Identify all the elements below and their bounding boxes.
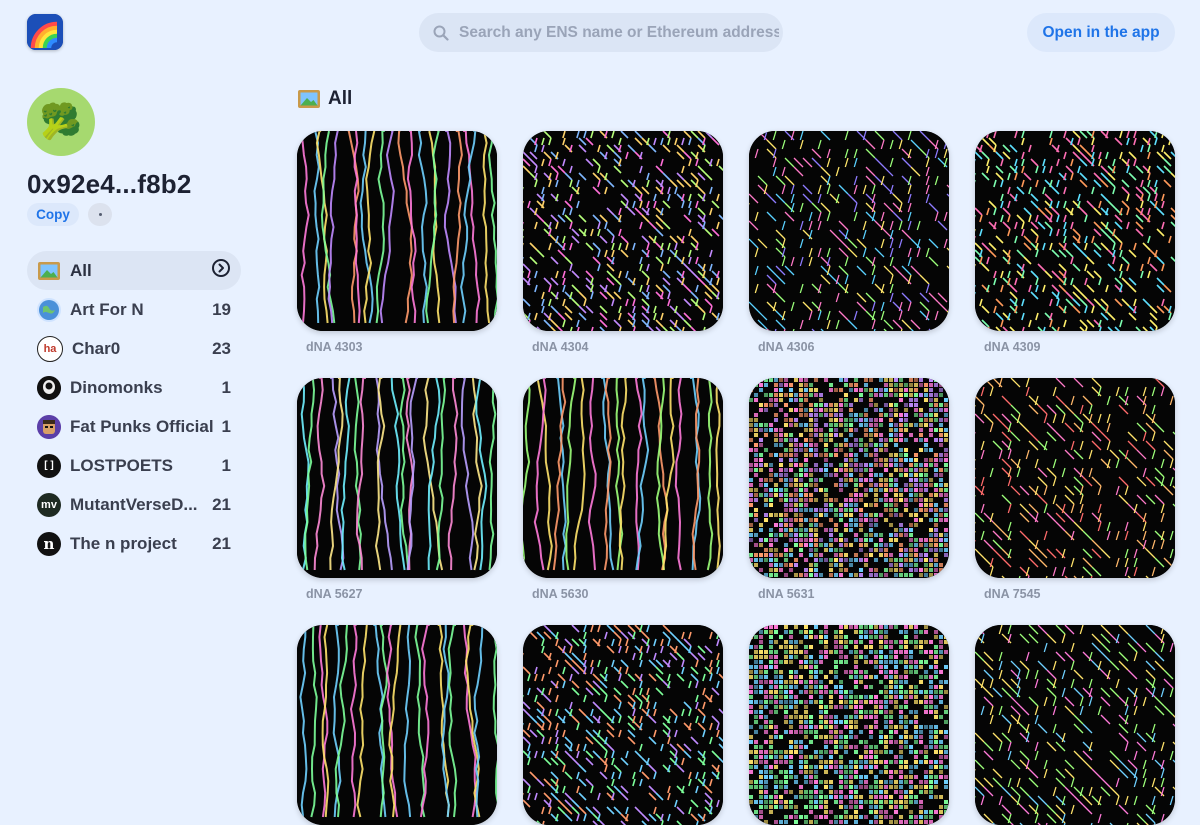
generative-art-image [297,625,497,825]
generative-art-image [523,131,723,331]
rainbow-app-logo[interactable] [27,14,63,50]
generative-art-image [749,625,949,825]
generative-art-image [975,131,1175,331]
nft-card[interactable]: dNA 5631 [749,378,949,601]
dinomonks-icon [37,375,61,400]
nft-card[interactable]: dNA 5630 [523,378,723,601]
section-title-text: All [328,88,353,109]
sidebar-item-char0[interactable]: ha Char0 23 [27,329,241,368]
item-count: 1 [221,416,231,436]
section-title: All [298,88,352,110]
item-count: 19 [212,299,231,319]
sidebar-item-label: Char0 [72,338,121,358]
generative-art-image [523,378,723,578]
nft-card[interactable]: dNA 4309 [975,131,1175,354]
nft-thumbnail[interactable] [523,378,723,578]
n-icon: n [37,531,61,556]
generative-art-image [297,378,497,578]
nft-thumbnail[interactable] [975,378,1175,578]
mv-icon: mv [37,492,61,517]
item-count: 21 [212,533,231,553]
sidebar-item-art-for-n[interactable]: Art For N 19 [27,290,241,329]
generative-art-image [975,625,1175,825]
search-icon [433,24,451,42]
nft-thumbnail[interactable] [975,625,1175,825]
fatpunks-icon [37,414,61,439]
sidebar-item-label: All [70,260,92,280]
nft-card[interactable]: dNA 4304 [523,131,723,354]
item-count: 1 [221,455,231,475]
generative-art-image [749,378,949,578]
nft-title: dNA 7545 [984,587,1041,601]
sidebar-item-label: Art For N [70,299,144,319]
collections-sidebar: All Art For N 19 ha Char0 23 Dinomonks 1… [27,251,241,563]
chevron-right-circle-icon [211,258,231,283]
generative-art-image [523,625,723,825]
lostpoets-icon: [ ] [37,453,61,478]
sidebar-item-label: The n project [70,533,177,553]
item-count: 23 [212,338,231,358]
sidebar-item-lostpoets[interactable]: [ ] LOSTPOETS 1 [27,446,241,485]
open-in-app-button[interactable]: Open in the app [1027,13,1175,52]
wallet-address: 0x92e4...f8b2 [27,169,192,199]
nft-thumbnail[interactable] [297,625,497,825]
sidebar-item-label: MutantVerseD... [70,494,198,514]
generative-art-image [297,131,497,331]
nft-title: dNA 5627 [306,587,363,601]
nft-thumbnail[interactable] [523,131,723,331]
nft-title: dNA 5631 [758,587,815,601]
nft-thumbnail[interactable] [749,378,949,578]
more-options-button[interactable] [88,203,112,226]
nft-card[interactable]: dNA 7545 [975,378,1175,601]
ellipsis-icon [98,213,102,216]
copy-button[interactable]: Copy [27,203,79,226]
sidebar-item-dinomonks[interactable]: Dinomonks 1 [27,368,241,407]
nft-thumbnail[interactable] [523,625,723,825]
nft-card[interactable] [975,625,1175,825]
nft-card[interactable] [297,625,497,825]
nft-title: dNA 4304 [532,340,589,354]
nft-thumbnail[interactable] [975,131,1175,331]
nft-thumbnail[interactable] [749,625,949,825]
broccoli-icon: 🥦 [39,103,83,141]
item-count: 21 [212,494,231,514]
search-input[interactable] [457,22,781,43]
nft-card[interactable] [523,625,723,825]
sidebar-item-all[interactable]: All [27,251,241,290]
generative-art-image [975,378,1175,578]
nft-thumbnail[interactable] [749,131,949,331]
nft-thumbnail[interactable] [297,131,497,331]
nft-card[interactable]: dNA 4306 [749,131,949,354]
nft-thumbnail[interactable] [297,378,497,578]
sidebar-item-label: Dinomonks [70,377,163,397]
generative-art-image [749,131,949,331]
nft-title: dNA 4306 [758,340,815,354]
globe-icon [37,297,61,322]
nft-title: dNA 5630 [532,587,589,601]
nft-title: dNA 4303 [306,340,363,354]
sidebar-item-label: LOSTPOETS [70,455,173,475]
nft-card[interactable]: dNA 5627 [297,378,497,601]
nft-title: dNA 4309 [984,340,1041,354]
sidebar-item-fat-punks[interactable]: Fat Punks Official 1 [27,407,241,446]
picture-frame-icon [37,259,61,283]
sidebar-item-mutantverse[interactable]: mv MutantVerseD... 21 [27,485,241,524]
sidebar-item-n-project[interactable]: n The n project 21 [27,524,241,563]
avatar: 🥦 [27,88,95,156]
char0-icon: ha [37,335,63,362]
item-count: 1 [221,377,231,397]
nft-card[interactable] [749,625,949,825]
sidebar-item-label: Fat Punks Official [70,416,214,436]
picture-frame-icon [298,90,320,108]
search-bar[interactable] [419,13,783,52]
nft-card[interactable]: dNA 4303 [297,131,497,354]
